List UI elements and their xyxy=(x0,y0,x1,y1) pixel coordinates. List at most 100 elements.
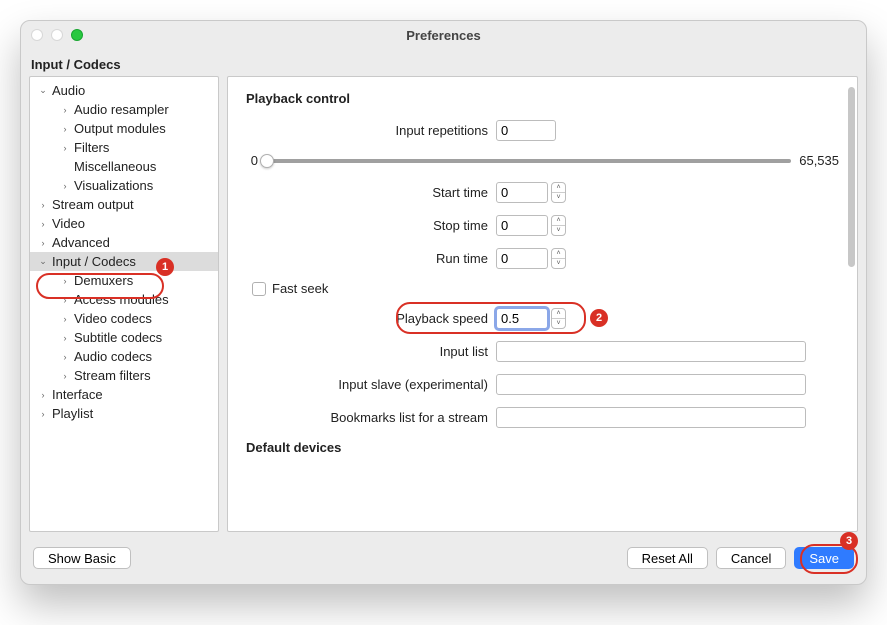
category-tree[interactable]: ⌄ Audio › Audio resampler › Output modul… xyxy=(29,76,219,532)
tree-video[interactable]: › Video xyxy=(30,214,218,233)
chevron-down-icon: ˅ xyxy=(552,193,565,202)
slider-thumb[interactable] xyxy=(260,154,274,168)
playback-speed-stepper[interactable]: ˄˅ xyxy=(551,308,566,329)
row-playback-speed: Playback speed ˄˅ 2 xyxy=(246,308,839,329)
stop-time-field[interactable] xyxy=(496,215,548,236)
chevron-right-icon: › xyxy=(38,390,48,400)
chevron-right-icon: › xyxy=(60,333,70,343)
tree-label: Playlist xyxy=(52,406,93,421)
tree-subtitle-codecs[interactable]: › Subtitle codecs xyxy=(30,328,218,347)
slider-max: 65,535 xyxy=(799,153,839,168)
group-default-devices: Default devices xyxy=(246,440,839,455)
tree-stream-filters[interactable]: › Stream filters xyxy=(30,366,218,385)
playback-speed-field[interactable] xyxy=(496,308,548,329)
label-start-time: Start time xyxy=(246,185,496,200)
chevron-down-icon: ˅ xyxy=(552,226,565,235)
cancel-button[interactable]: Cancel xyxy=(716,547,786,569)
row-repetitions-slider: 0 65,535 xyxy=(246,153,839,168)
tree-label: Stream output xyxy=(52,197,134,212)
show-basic-button[interactable]: Show Basic xyxy=(33,547,131,569)
save-button[interactable]: Save xyxy=(794,547,854,569)
row-fast-seek: Fast seek xyxy=(246,281,839,296)
input-slave-field[interactable] xyxy=(496,374,806,395)
preferences-window: Preferences Input / Codecs ⌄ Audio › Aud… xyxy=(20,20,867,585)
tree-label: Video xyxy=(52,216,85,231)
chevron-right-icon: › xyxy=(60,314,70,324)
tree-label: Audio resampler xyxy=(74,102,169,117)
maximize-icon[interactable] xyxy=(71,29,83,41)
tree-label: Advanced xyxy=(52,235,110,250)
stop-time-stepper[interactable]: ˄˅ xyxy=(551,215,566,236)
tree-filters[interactable]: › Filters xyxy=(30,138,218,157)
label-input-repetitions: Input repetitions xyxy=(246,123,496,138)
tree-audio-codecs[interactable]: › Audio codecs xyxy=(30,347,218,366)
row-input-repetitions: Input repetitions xyxy=(246,120,839,141)
chevron-right-icon: › xyxy=(60,352,70,362)
tree-label: Access modules xyxy=(74,292,169,307)
annotation-badge-2: 2 xyxy=(590,309,608,327)
row-input-list: Input list xyxy=(246,341,839,362)
fast-seek-checkbox[interactable] xyxy=(252,282,266,296)
tree-input-codecs[interactable]: ⌄ Input / Codecs xyxy=(30,252,218,271)
chevron-right-icon: › xyxy=(38,409,48,419)
tree-miscellaneous[interactable]: Miscellaneous xyxy=(30,157,218,176)
tree-label: Output modules xyxy=(74,121,166,136)
chevron-down-icon: ⌄ xyxy=(38,86,48,96)
chevron-right-icon: › xyxy=(38,238,48,248)
tree-label: Subtitle codecs xyxy=(74,330,162,345)
window-title: Preferences xyxy=(21,28,866,43)
row-stop-time: Stop time ˄˅ xyxy=(246,215,839,236)
input-repetitions-field[interactable] xyxy=(496,120,556,141)
tree-label: Miscellaneous xyxy=(74,159,156,174)
tree-label: Filters xyxy=(74,140,109,155)
chevron-down-icon: ⌄ xyxy=(38,257,48,267)
chevron-right-icon: › xyxy=(38,200,48,210)
row-input-slave: Input slave (experimental) xyxy=(246,374,839,395)
window-controls xyxy=(31,29,83,41)
input-list-field[interactable] xyxy=(496,341,806,362)
tree-advanced[interactable]: › Advanced xyxy=(30,233,218,252)
label-stop-time: Stop time xyxy=(246,218,496,233)
chevron-up-icon: ˄ xyxy=(552,249,565,259)
tree-audio[interactable]: ⌄ Audio xyxy=(30,81,218,100)
chevron-up-icon: ˄ xyxy=(552,216,565,226)
chevron-down-icon: ˅ xyxy=(552,259,565,268)
scrollbar[interactable] xyxy=(848,87,855,267)
chevron-right-icon: › xyxy=(38,219,48,229)
run-time-field[interactable] xyxy=(496,248,548,269)
row-start-time: Start time ˄˅ xyxy=(246,182,839,203)
tree-visualizations[interactable]: › Visualizations xyxy=(30,176,218,195)
row-run-time: Run time ˄˅ xyxy=(246,248,839,269)
tree-interface[interactable]: › Interface xyxy=(30,385,218,404)
run-time-stepper[interactable]: ˄˅ xyxy=(551,248,566,269)
label-input-slave: Input slave (experimental) xyxy=(246,377,496,392)
tree-output-modules[interactable]: › Output modules xyxy=(30,119,218,138)
main: Playback control Input repetitions 0 65,… xyxy=(227,76,858,532)
bookmarks-field[interactable] xyxy=(496,407,806,428)
tree-stream-output[interactable]: › Stream output xyxy=(30,195,218,214)
chevron-down-icon: ˅ xyxy=(552,319,565,328)
label-input-list: Input list xyxy=(246,344,496,359)
tree-playlist[interactable]: › Playlist xyxy=(30,404,218,423)
tree-label: Input / Codecs xyxy=(52,254,136,269)
chevron-right-icon: › xyxy=(60,371,70,381)
reset-all-button[interactable]: Reset All xyxy=(627,547,708,569)
close-icon[interactable] xyxy=(31,29,43,41)
chevron-right-icon: › xyxy=(60,181,70,191)
chevron-right-icon: › xyxy=(60,295,70,305)
start-time-field[interactable] xyxy=(496,182,548,203)
start-time-stepper[interactable]: ˄˅ xyxy=(551,182,566,203)
footer: Show Basic Reset All Cancel Save 3 xyxy=(21,532,866,584)
repetitions-slider[interactable] xyxy=(266,159,791,163)
chevron-up-icon: ˄ xyxy=(552,183,565,193)
tree-access-modules[interactable]: › Access modules xyxy=(30,290,218,309)
tree-demuxers[interactable]: › Demuxers xyxy=(30,271,218,290)
minimize-icon[interactable] xyxy=(51,29,63,41)
settings-panel: Playback control Input repetitions 0 65,… xyxy=(227,76,858,532)
tree-video-codecs[interactable]: › Video codecs xyxy=(30,309,218,328)
tree-label: Visualizations xyxy=(74,178,153,193)
label-run-time: Run time xyxy=(246,251,496,266)
tree-label: Audio xyxy=(52,83,85,98)
tree-audio-resampler[interactable]: › Audio resampler xyxy=(30,100,218,119)
slider-min: 0 xyxy=(246,153,258,168)
